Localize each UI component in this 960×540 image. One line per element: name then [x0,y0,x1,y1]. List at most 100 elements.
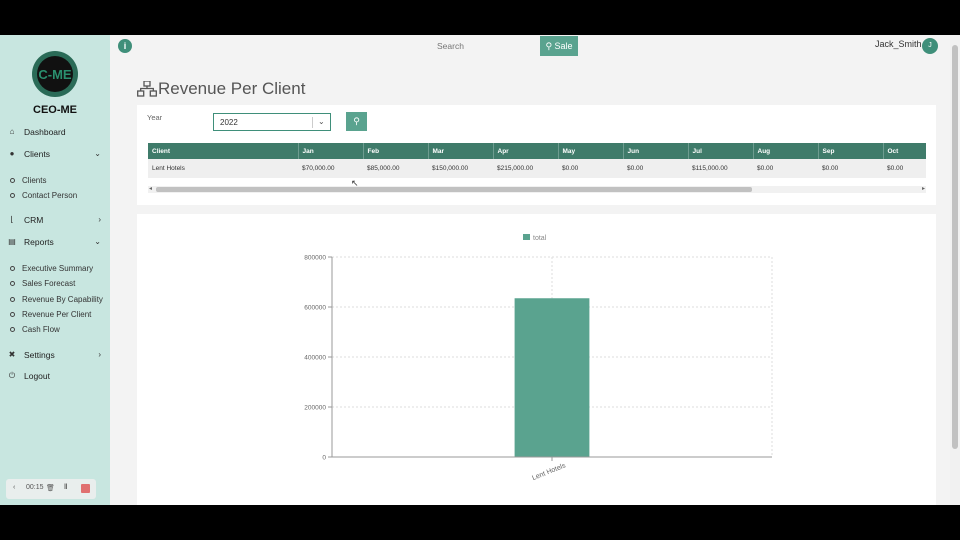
sidebar-subitem-contact-person[interactable]: Contact Person [0,189,110,203]
horizontal-scrollbar[interactable]: ◂ ▸ [148,186,926,193]
column-header-aug[interactable]: Aug [753,143,819,159]
info-icon[interactable]: i [118,39,132,53]
sale-button[interactable]: ⚲ Sale [540,36,578,56]
circle-icon [10,297,15,302]
chart-card: total 0 200000 400000 600000 800000 Lent Hotel… [137,214,936,505]
table-cell: Lent Hotels [148,159,298,178]
column-header-client[interactable]: Client [148,143,299,159]
sidebar-item-dashboard[interactable]: ⌂ Dashboard [0,123,110,143]
column-header-jul[interactable]: Jul [688,143,754,159]
home-icon: ⌂ [9,127,15,136]
sidebar-subitem-label: Revenue Per Client [22,310,92,319]
filter-search-button[interactable]: ⚲ [346,112,367,131]
year-label: Year [147,113,163,122]
sidebar-item-label: Dashboard [24,127,66,137]
sidebar-subitem-cash-flow[interactable]: Cash Flow [0,323,110,337]
chart-line-icon: ⌊ [10,215,14,224]
table-row[interactable]: Lent Hotels $70,000.00 $85,000.00 $150,000.… [148,159,926,178]
legend-swatch [523,234,530,240]
revenue-table: Client Jan Feb Mar Apr May Jun Jul Aug Sep Oct Len… [148,143,926,178]
sidebar-item-logout[interactable]: ⏻ Logout [0,367,110,387]
table-cell: $0.00 [883,159,926,178]
sidebar-subitem-revenue-per-client[interactable]: Revenue Per Client [0,308,110,322]
chevron-down-icon: ⌄ [318,117,325,126]
revenue-table-wrapper: Client Jan Feb Mar Apr May Jun Jul Aug Sep Oct Len… [148,143,926,179]
column-header-feb[interactable]: Feb [363,143,429,159]
vertical-scrollbar[interactable] [950,35,960,505]
column-header-mar[interactable]: Mar [428,143,494,159]
bar [514,298,590,457]
column-header-jun[interactable]: Jun [623,143,689,159]
sidebar-item-label: Logout [24,371,50,381]
sidebar-subitem-clients[interactable]: Clients [0,174,110,188]
svg-text:CEO-ME: CEO-ME [33,104,77,116]
scrollbar-thumb[interactable] [952,45,958,449]
y-tick-label: 400000 [304,355,326,362]
pause-icon[interactable]: ‖ [64,484,67,491]
sidebar-subitem-sales-forecast[interactable]: Sales Forecast [0,277,110,291]
search-icon: ⚲ [545,41,553,51]
chevron-left-icon[interactable]: ‹ [13,484,15,491]
filter-card: Year 2022 ⌄ ⚲ Client Jan Feb Mar Apr May Jun Ju… [137,105,936,205]
year-select[interactable]: 2022 ⌄ [213,113,331,131]
sidebar-subitem-label: Executive Summary [22,264,94,273]
app-screen: C-ME CEO-ME ⌂ Dashboard ● Clients ⌄ ⌊ CRM › ▤ Rep… [0,35,960,505]
column-header-oct[interactable]: Oct [883,143,926,159]
revenue-chart: total 0 200000 400000 600000 800000 Lent Hotel… [304,234,773,482]
sidebar-subitem-label: Revenue By Capability [22,295,103,304]
column-header-sep[interactable]: Sep [818,143,884,159]
table-cell: $85,000.00 [363,159,428,178]
circle-icon [10,193,15,198]
search-input[interactable] [430,37,540,55]
svg-text:C-ME: C-ME [38,67,72,82]
file-icon: ▤ [8,237,16,246]
legend-label: total [533,235,547,242]
y-tick-label: 200000 [304,405,326,412]
sidebar-item-clients[interactable]: ● Clients ⌄ [0,145,110,165]
sidebar: C-ME CEO-ME ⌂ Dashboard ● Clients ⌄ ⌊ CRM › ▤ Rep… [0,35,110,505]
mouse-cursor-icon: ↖ [351,178,359,188]
sale-button-label: Sale [554,41,573,51]
table-cell: $0.00 [623,159,688,178]
wrench-icon: ✖ [8,350,16,359]
column-header-may[interactable]: May [558,143,624,159]
select-divider [312,117,313,128]
users-icon: ● [9,149,15,158]
year-value: 2022 [220,118,238,127]
ceo-me-logo: C-ME CEO-ME [32,51,78,116]
sidebar-item-label: CRM [24,215,44,225]
column-header-apr[interactable]: Apr [493,143,559,159]
sidebar-item-label: Clients [24,149,50,159]
trash-icon[interactable]: 🗑 [46,484,55,492]
table-body: Lent Hotels $70,000.00 $85,000.00 $150,000.… [148,159,926,178]
circle-icon [10,266,15,271]
y-tick-label: 0 [322,455,326,462]
table-cell: $150,000.00 [428,159,493,178]
sidebar-subitem-revenue-by-capability[interactable]: Revenue By Capability [0,293,110,307]
chevron-right-icon: › [98,215,101,224]
avatar[interactable]: J [922,38,938,54]
scroll-left-icon[interactable]: ◂ [149,185,152,192]
sidebar-item-crm[interactable]: ⌊ CRM › [0,211,110,231]
user-name[interactable]: Jack_Smith [875,39,922,49]
sidebar-subitem-executive-summary[interactable]: Executive Summary [0,262,110,276]
table-header-row: Client Jan Feb Mar Apr May Jun Jul Aug Sep Oct [148,143,926,159]
table-cell: $70,000.00 [298,159,363,178]
stop-icon[interactable] [81,484,90,493]
y-tick-label: 800000 [304,255,326,262]
sidebar-item-reports[interactable]: ▤ Reports ⌄ [0,233,110,253]
column-header-jan[interactable]: Jan [298,143,364,159]
page-title: Revenue Per Client [158,79,306,98]
sidebar-item-settings[interactable]: ✖ Settings › [0,346,110,366]
x-tick-label: Lent Hotels [531,462,567,482]
chevron-down-icon: ⌄ [94,149,101,158]
power-icon: ⏻ [8,371,16,380]
scrollbar-thumb[interactable] [156,187,752,192]
sidebar-subitem-label: Cash Flow [22,325,60,334]
sitemap-icon [137,81,157,97]
y-tick-label: 600000 [304,305,326,312]
recorder-time: 00:15 [26,484,44,491]
sidebar-subitem-label: Clients [22,176,47,185]
scroll-right-icon[interactable]: ▸ [922,185,925,192]
circle-icon [10,178,15,183]
